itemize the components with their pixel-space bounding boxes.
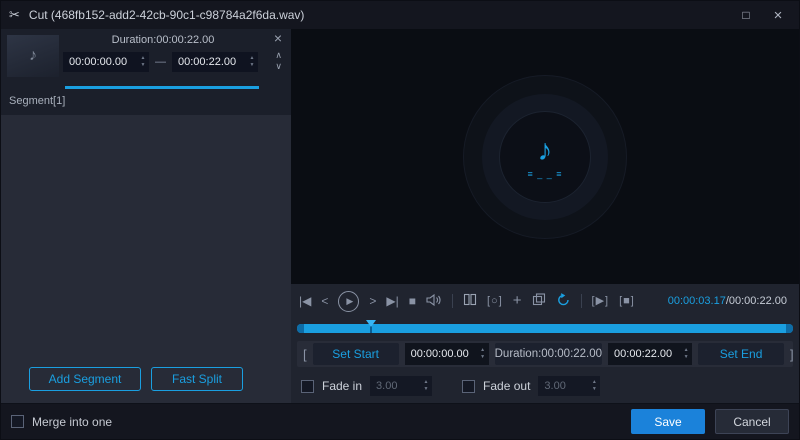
segment-start-value[interactable] xyxy=(63,56,137,68)
fade-in-label: Fade in xyxy=(322,379,362,393)
fade-out-checkbox[interactable] xyxy=(462,380,475,393)
segment-end-spinner: ▲ ▼ xyxy=(246,56,258,68)
set-start-button[interactable]: Set Start xyxy=(313,343,399,365)
snapshot-icon[interactable]: [○] xyxy=(487,295,503,307)
fade-out-value[interactable] xyxy=(538,380,588,392)
trim-start-value[interactable] xyxy=(405,348,477,360)
trim-start-spinner: ▲ ▼ xyxy=(477,348,489,360)
segment-progress-bar xyxy=(65,86,259,89)
move-segment-down-icon[interactable]: ∨ xyxy=(275,62,282,71)
segment-end-value[interactable] xyxy=(172,56,246,68)
current-time: 00:00:03.17 xyxy=(668,295,726,307)
scissors-icon: ✂ xyxy=(9,7,20,23)
add-icon[interactable]: + xyxy=(513,295,522,307)
titlebar: ✂ Cut (468fb152-add2-42cb-90c1-c98784a2f… xyxy=(1,1,799,29)
maximize-button[interactable]: □ xyxy=(733,4,759,26)
close-button[interactable]: × xyxy=(765,4,791,26)
add-segment-button[interactable]: Add Segment xyxy=(29,367,141,391)
copy-icon[interactable] xyxy=(532,293,546,309)
fast-split-button[interactable]: Fast Split xyxy=(151,367,243,391)
trim-end-spinner: ▲ ▼ xyxy=(680,348,692,360)
save-button[interactable]: Save xyxy=(631,409,705,434)
time-display: 00:00:03.17/00:00:22.00 xyxy=(668,295,787,307)
spin-up-icon[interactable]: ▲ xyxy=(588,380,600,385)
fade-in-checkbox[interactable] xyxy=(301,380,314,393)
set-end-button[interactable]: Set End xyxy=(698,343,784,365)
merge-option: Merge into one xyxy=(11,415,112,429)
skip-to-end-icon[interactable]: ▶| xyxy=(386,295,398,307)
spin-down-icon[interactable]: ▼ xyxy=(246,63,258,68)
volume-icon[interactable] xyxy=(426,293,442,310)
spin-down-icon[interactable]: ▼ xyxy=(477,355,489,360)
range-dash: — xyxy=(155,56,166,68)
stop-icon[interactable]: ■ xyxy=(409,295,416,307)
toolbar-separator xyxy=(452,294,453,308)
vinyl-outer-ring: ♪ ≡ _ _ ≡ xyxy=(463,75,627,239)
cut-dialog: ✂ Cut (468fb152-add2-42cb-90c1-c98784a2f… xyxy=(0,0,800,440)
segment-end-input[interactable]: ▲ ▼ xyxy=(172,52,258,72)
split-icon[interactable] xyxy=(463,293,477,309)
total-time: /00:00:22.00 xyxy=(726,295,787,307)
fade-in-input[interactable]: ▲ ▼ xyxy=(370,376,432,396)
skip-to-start-icon[interactable]: |◀ xyxy=(299,295,311,307)
play-segment-icon[interactable]: [▶] xyxy=(592,295,610,307)
spin-up-icon[interactable]: ▲ xyxy=(477,348,489,353)
fade-in-value[interactable] xyxy=(370,380,420,392)
merge-label: Merge into one xyxy=(32,415,112,429)
trim-controls: [ Set Start ▲ ▼ Duration:00:00:22.00 ▲ ▼… xyxy=(297,341,793,367)
segment-card[interactable]: ♪ Duration:00:00:22.00 ▲ ▼ — ▲ ▼ xyxy=(1,29,291,115)
footer-bar: Merge into one Save Cancel xyxy=(1,403,799,439)
cancel-button[interactable]: Cancel xyxy=(715,409,789,434)
vinyl-middle-ring: ♪ ≡ _ _ ≡ xyxy=(482,94,608,220)
segment-time-inputs: ▲ ▼ — ▲ ▼ xyxy=(63,52,258,72)
fade-in-spinner: ▲ ▼ xyxy=(420,380,432,392)
play-button[interactable]: ▶ xyxy=(338,291,359,312)
spin-down-icon[interactable]: ▼ xyxy=(680,355,692,360)
play-icon: ▶ xyxy=(344,296,353,307)
remove-segment-icon[interactable]: × xyxy=(274,31,282,45)
move-segment-up-icon[interactable]: ∧ xyxy=(275,51,282,60)
spin-up-icon[interactable]: ▲ xyxy=(680,348,692,353)
end-bracket-icon: ] xyxy=(790,347,794,362)
spin-up-icon[interactable]: ▲ xyxy=(246,56,258,61)
trim-start-input[interactable]: ▲ ▼ xyxy=(405,343,489,365)
playhead-marker[interactable] xyxy=(366,320,376,327)
merge-checkbox[interactable] xyxy=(11,415,24,428)
toolbar-separator xyxy=(581,294,582,308)
spin-down-icon[interactable]: ▼ xyxy=(420,387,432,392)
timeline xyxy=(297,320,793,335)
trim-end-value[interactable] xyxy=(608,348,680,360)
fade-out-spinner: ▲ ▼ xyxy=(588,380,600,392)
spin-up-icon[interactable]: ▲ xyxy=(137,56,149,61)
segment-thumbnail: ♪ xyxy=(7,35,59,77)
music-note-icon: ♪ xyxy=(29,47,37,65)
spin-up-icon[interactable]: ▲ xyxy=(420,380,432,385)
spin-down-icon[interactable]: ▼ xyxy=(588,387,600,392)
trim-end-input[interactable]: ▲ ▼ xyxy=(608,343,692,365)
audio-preview: ♪ ≡ _ _ ≡ xyxy=(291,29,799,284)
step-back-icon[interactable]: < xyxy=(321,295,328,307)
window-controls: □ × xyxy=(733,4,791,26)
equalizer-bars-icon: ≡ _ _ ≡ xyxy=(527,169,562,179)
segment-panel: ♪ Duration:00:00:22.00 ▲ ▼ — ▲ ▼ xyxy=(1,29,291,403)
fade-out-input[interactable]: ▲ ▼ xyxy=(538,376,600,396)
fade-controls: Fade in ▲ ▼ Fade out ▲ ▼ xyxy=(301,375,600,397)
spin-down-icon[interactable]: ▼ xyxy=(137,63,149,68)
fade-out-label: Fade out xyxy=(483,379,530,393)
reset-icon[interactable] xyxy=(556,293,571,310)
window-title: Cut (468fb152-add2-42cb-90c1-c98784a2f6d… xyxy=(29,8,305,22)
segment-start-spinner: ▲ ▼ xyxy=(137,56,149,68)
step-forward-icon[interactable]: > xyxy=(369,295,376,307)
music-note-icon: ♪ xyxy=(538,136,553,166)
player-toolbar: |◀ < ▶ > ▶| ■ [○] xyxy=(295,284,791,318)
trim-duration-label: Duration:00:00:22.00 xyxy=(495,343,602,365)
segment-start-input[interactable]: ▲ ▼ xyxy=(63,52,149,72)
stop-segment-icon[interactable]: [■] xyxy=(619,295,635,307)
segment-name-label: Segment[1] xyxy=(9,95,65,107)
preview-panel: ♪ ≡ _ _ ≡ |◀ < ▶ > ▶| ■ xyxy=(291,29,799,403)
segment-duration-label: Duration:00:00:22.00 xyxy=(61,34,265,46)
vinyl-inner-disc: ♪ ≡ _ _ ≡ xyxy=(499,111,591,203)
start-bracket-icon: [ xyxy=(303,347,307,362)
